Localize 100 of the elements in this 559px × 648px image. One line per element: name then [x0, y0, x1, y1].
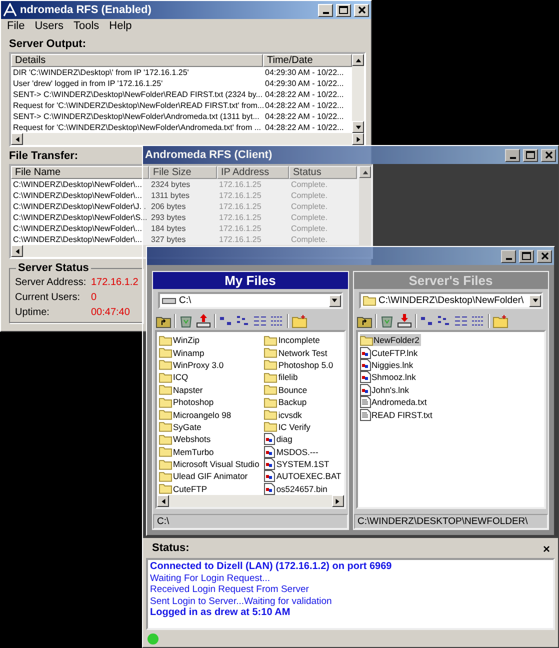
table-cell-text: Complete. [290, 179, 328, 190]
list-entry[interactable]: AUTOEXEC.BAT [264, 470, 344, 483]
field-label: Current Users: [15, 292, 82, 303]
up-folder-button[interactable] [156, 314, 171, 328]
small-icons-button[interactable] [436, 315, 450, 327]
column-header[interactable]: Status [289, 166, 357, 179]
vertical-scrollbar[interactable] [359, 166, 371, 245]
field-value: 172.16.1.2 [91, 277, 138, 288]
minimize-button[interactable] [505, 148, 520, 162]
folder-icon [264, 359, 278, 370]
horizontal-scrollbar[interactable] [157, 495, 344, 507]
path-dropdown[interactable]: C:\ [158, 292, 342, 309]
list-entry[interactable]: READ FIRST.txt [360, 408, 434, 421]
list-entry[interactable]: diag [264, 433, 294, 446]
list-entry[interactable]: MemTurbo [159, 446, 216, 458]
folder-icon [362, 295, 376, 306]
close-button[interactable] [537, 250, 552, 262]
large-icons-button[interactable] [219, 315, 233, 327]
close-button[interactable] [541, 148, 556, 162]
list-entry[interactable]: icvsdk [264, 408, 304, 421]
list-entry[interactable]: Ulead GIF Animator [159, 470, 250, 483]
list-entry[interactable]: Bounce [264, 384, 310, 396]
list-entry[interactable]: Napster [159, 384, 205, 396]
minimize-button[interactable] [318, 4, 333, 16]
list-button[interactable] [454, 315, 468, 327]
list-entry[interactable]: CuteFTP [159, 482, 210, 495]
table-cell-text: C:\WINDERZ\Desktop\NewFolder\S... [12, 212, 148, 223]
folder-up-icon [356, 314, 372, 328]
file-icon [360, 371, 370, 384]
small-icons-button[interactable] [236, 315, 250, 327]
vertical-scrollbar[interactable] [352, 54, 364, 133]
column-header[interactable]: IP Address [217, 166, 289, 179]
close-button[interactable]: × [542, 542, 550, 556]
download-button[interactable] [396, 314, 412, 328]
folder-icon [159, 347, 172, 358]
list-entry[interactable]: Network Test [264, 346, 330, 359]
path-dropdown[interactable]: C:\WINDERZ\Desktop\NewFolder\ [358, 292, 543, 309]
table-cell-text: 293 bytes [150, 212, 187, 223]
field-value: 00:47:40 [91, 307, 131, 318]
list-entry[interactable]: WinProxy 3.0 [159, 358, 226, 372]
list-entry[interactable]: Shmooz.lnk [360, 371, 418, 384]
list-entry[interactable]: IC Verify [264, 420, 312, 434]
table-cell-text: 04:28:22 AM - 10/22... [264, 100, 345, 111]
menu-item[interactable]: Tools [73, 20, 100, 34]
details-button[interactable] [270, 315, 284, 327]
maximize-button[interactable] [523, 148, 538, 162]
table-cell-text: Complete. [290, 234, 328, 245]
file-icon [264, 470, 276, 482]
column-header[interactable]: Details [11, 54, 263, 67]
horizontal-scrollbar[interactable] [11, 133, 364, 145]
list-entry[interactable]: ICQ [159, 371, 190, 384]
maximize-icon [522, 252, 531, 260]
close-button[interactable] [354, 4, 369, 16]
log-line: Received Login Request From Server [150, 584, 309, 596]
folder-icon [159, 372, 172, 383]
table-cell-text: 04:29:30 AM - 10/22... [264, 78, 345, 89]
folder-icon [264, 372, 278, 383]
log-line: Logged in as drew at 5:10 AM [150, 607, 290, 618]
list-entry[interactable]: Backup [264, 396, 309, 408]
list-entry[interactable]: Microsoft Visual Studio [159, 458, 262, 470]
list-entry[interactable]: Incomplete [264, 334, 322, 346]
list-entry[interactable]: SYSTEM.1ST [264, 458, 332, 470]
folder-up-icon [156, 314, 171, 328]
logo-icon [3, 3, 17, 17]
list-entry[interactable]: MSDOS.--- [264, 446, 320, 458]
menu-item[interactable]: Help [109, 20, 132, 34]
list-entry[interactable]: os524657.bin [264, 482, 330, 495]
menu-item[interactable]: Users [34, 20, 64, 34]
list-entry[interactable]: Niggies.lnk [360, 358, 416, 372]
list-entry[interactable]: Andromeda.txt [360, 396, 429, 408]
menu-item[interactable]: File [7, 20, 25, 34]
maximize-button[interactable] [519, 250, 534, 262]
list-entry[interactable]: John's.lnk [360, 384, 412, 396]
large-icons-button[interactable] [420, 315, 434, 327]
list-entry[interactable]: filelib [264, 371, 300, 384]
new-folder-button[interactable] [292, 314, 308, 328]
delete-button[interactable] [179, 314, 193, 328]
upload-button[interactable] [196, 314, 211, 328]
list-entry[interactable]: WinZip [159, 334, 202, 346]
list-entry[interactable]: NewFolder2 [360, 334, 422, 346]
column-header[interactable]: Time/Date [263, 54, 352, 67]
list-entry[interactable]: Webshots [159, 433, 213, 446]
close-icon [544, 151, 552, 159]
list-entry[interactable]: Photoshop [159, 396, 216, 408]
column-header[interactable]: File Name [11, 166, 149, 179]
list-entry[interactable]: Microangelo 98 [159, 408, 234, 421]
delete-button[interactable] [380, 314, 394, 328]
column-header[interactable]: File Size [149, 166, 217, 179]
details-icon [470, 315, 484, 327]
maximize-button[interactable] [336, 4, 351, 16]
list-entry[interactable]: CuteFTP.lnk [360, 346, 420, 359]
minimize-button[interactable] [501, 250, 516, 262]
details-button[interactable] [470, 315, 484, 327]
list-button[interactable] [253, 315, 267, 327]
list-entry[interactable]: SyGate [159, 420, 204, 434]
list-entry[interactable]: Photoshop 5.0 [264, 358, 336, 372]
table-cell-text: SENT-> C:\WINDERZ\Desktop\NewFolder\READ FIRST.txt (2324 by... [12, 89, 263, 100]
up-folder-button[interactable] [356, 314, 372, 328]
list-entry[interactable]: Winamp [159, 346, 206, 359]
new-folder-button[interactable] [492, 314, 508, 328]
